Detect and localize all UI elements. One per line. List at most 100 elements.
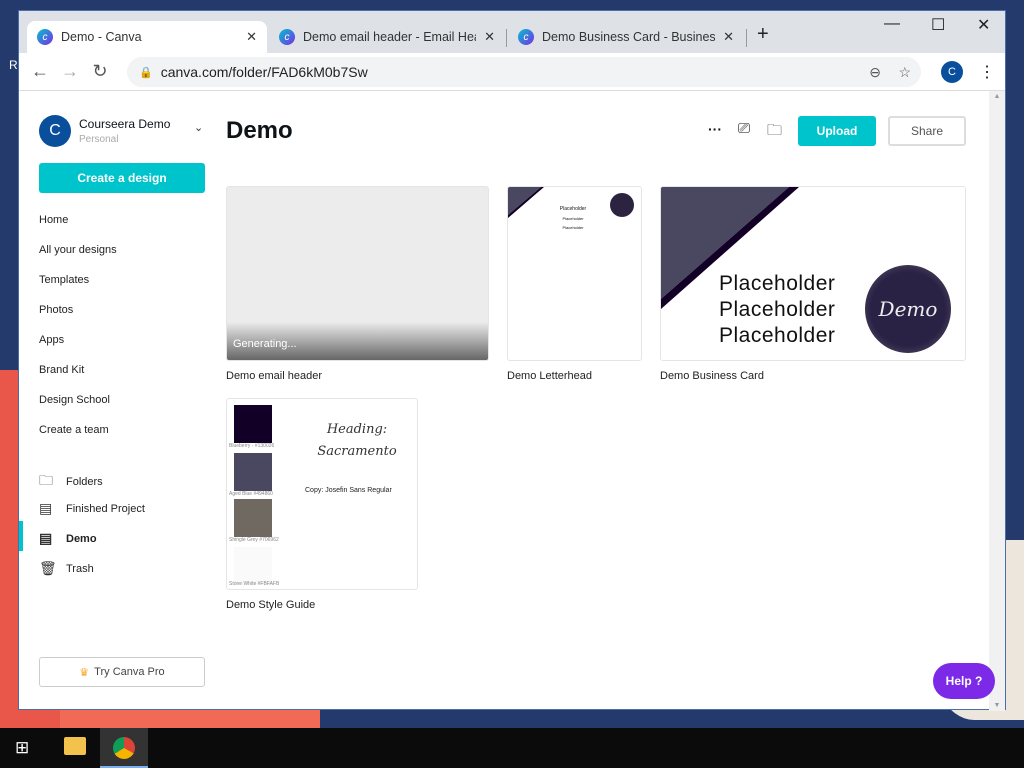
- help-button[interactable]: Help ?: [933, 663, 995, 699]
- bookmark-star-icon[interactable]: ☆: [898, 64, 911, 81]
- design-card-letterhead[interactable]: Placeholder Placeholder Placeholder: [507, 186, 642, 361]
- avatar: C: [39, 115, 71, 147]
- label: Folders: [66, 476, 103, 488]
- share-button[interactable]: Share: [888, 116, 966, 146]
- menu-kebab-icon[interactable]: ⋮: [979, 62, 995, 82]
- design-card-email-header[interactable]: Generating...: [226, 186, 489, 361]
- label: Demo: [66, 532, 97, 545]
- tab-email-header[interactable]: c Demo email header - Email Head ✕: [269, 21, 505, 53]
- zoom-icon[interactable]: ⊖: [869, 64, 881, 81]
- close-tab-icon[interactable]: ✕: [246, 29, 257, 45]
- toolbar: ← → ↻ 🔒 canva.com/folder/FAD6kM0b7Sw ⊖ ☆ …: [19, 53, 1005, 91]
- tab-business-card[interactable]: c Demo Business Card - Business C ✕: [508, 21, 744, 53]
- reload-button[interactable]: ↻: [85, 61, 115, 82]
- account-name: Courseera Demo: [79, 117, 171, 131]
- close-tab-icon[interactable]: ✕: [484, 29, 495, 45]
- maximize-button[interactable]: ☐: [931, 15, 945, 35]
- sidebar: C Courseera Demo Personal ⌄ Create a desi…: [19, 91, 224, 711]
- more-options-icon[interactable]: ···: [708, 121, 722, 137]
- scroll-down-icon[interactable]: ▼: [989, 702, 1005, 709]
- nav-design-school[interactable]: Design School: [39, 394, 110, 406]
- swatch-label: Aged Blue #494860: [229, 491, 273, 497]
- heading-sample: Heading:: [326, 422, 388, 437]
- canva-favicon-icon: c: [37, 29, 53, 45]
- tab-separator: [746, 29, 747, 47]
- nav-all-designs[interactable]: All your designs: [39, 244, 117, 256]
- close-window-button[interactable]: ✕: [977, 15, 990, 35]
- scroll-up-icon[interactable]: ▲: [989, 93, 1005, 100]
- nav-create-team[interactable]: Create a team: [39, 424, 109, 436]
- design-name[interactable]: Demo Business Card: [660, 370, 764, 382]
- label: Try Canva Pro: [94, 666, 165, 678]
- scrollbar[interactable]: ▲ ▼: [989, 91, 1005, 711]
- account-switcher[interactable]: C Courseera Demo Personal: [39, 115, 170, 147]
- nav-trash[interactable]: 🗑 Trash: [39, 560, 94, 577]
- new-folder-icon[interactable]: 🗀: [767, 120, 782, 145]
- forward-button[interactable]: →: [55, 61, 85, 82]
- folder-icon: 🗀: [39, 472, 53, 488]
- design-card-style-guide[interactable]: Blueberry - #130026 Aged Blue #494860 Sh…: [226, 398, 418, 590]
- close-tab-icon[interactable]: ✕: [723, 29, 734, 45]
- nav-photos[interactable]: Photos: [39, 304, 73, 316]
- swatch: [234, 405, 272, 443]
- placeholder-text: Placeholder: [719, 272, 836, 295]
- tab-demo-canva[interactable]: c Demo - Canva ✕: [27, 21, 267, 53]
- nav-folders[interactable]: 🗀 Folders: [39, 470, 103, 494]
- new-tab-button[interactable]: +: [757, 23, 769, 46]
- desktop-label: R: [9, 58, 18, 72]
- swatch: [234, 499, 272, 537]
- swatch-label: Stone White #FBFAFB: [229, 581, 280, 587]
- trash-icon: 🗑: [39, 560, 57, 576]
- tab-title: Demo email header - Email Head: [303, 30, 477, 44]
- present-icon[interactable]: ⎚: [738, 120, 750, 137]
- canva-favicon-icon: c: [279, 29, 295, 45]
- placeholder-text: Placeholder: [559, 206, 587, 212]
- address-bar[interactable]: 🔒 canva.com/folder/FAD6kM0b7Sw ⊖ ☆: [127, 57, 921, 87]
- minimize-button[interactable]: —: [884, 15, 900, 33]
- account-type: Personal: [79, 134, 119, 145]
- nav-templates[interactable]: Templates: [39, 274, 89, 286]
- placeholder-text: Placeholder: [562, 216, 584, 221]
- try-pro-button[interactable]: ♛ Try Canva Pro: [39, 657, 205, 687]
- copy-sample: Copy: Josefin Sans Regular: [305, 487, 392, 494]
- swatch: [234, 547, 272, 585]
- canva-page: C Courseera Demo Personal ⌄ Create a desi…: [19, 91, 1005, 711]
- upload-button[interactable]: Upload: [798, 116, 876, 146]
- placeholder-text: Placeholder: [719, 298, 836, 321]
- windows-start-icon[interactable]: ⊞: [15, 738, 29, 758]
- nav-demo[interactable]: ▤ Demo: [39, 530, 97, 547]
- label: Trash: [66, 562, 94, 575]
- nav-home[interactable]: Home: [39, 214, 68, 226]
- chrome-icon: [113, 737, 135, 759]
- file-explorer-icon[interactable]: [64, 737, 86, 755]
- nav-brand-kit[interactable]: Brand Kit: [39, 364, 84, 376]
- logo-icon: [610, 193, 634, 217]
- demo-logo: Demo: [865, 265, 951, 353]
- lock-icon: 🔒: [139, 66, 153, 79]
- chevron-down-icon[interactable]: ⌄: [194, 121, 203, 134]
- swatch-label: Blueberry - #130026: [229, 443, 275, 449]
- create-design-button[interactable]: Create a design: [39, 163, 205, 193]
- design-name[interactable]: Demo Letterhead: [507, 370, 592, 382]
- browser-window: c Demo - Canva ✕ c Demo email header - Emai…: [18, 10, 1006, 711]
- nav-finished-project[interactable]: ▤ Finished Project: [39, 500, 145, 517]
- design-card-business-card[interactable]: Placeholder Placeholder Placeholder Demo: [660, 186, 966, 361]
- profile-avatar[interactable]: C: [941, 61, 963, 83]
- tab-title: Demo - Canva: [61, 30, 142, 44]
- label: Finished Project: [66, 502, 145, 515]
- active-indicator: [19, 521, 23, 551]
- tab-title: Demo Business Card - Business C: [542, 30, 716, 44]
- generating-status: Generating...: [227, 322, 488, 360]
- url-text: canva.com/folder/FAD6kM0b7Sw: [160, 64, 368, 80]
- tab-strip: c Demo - Canva ✕ c Demo email header - Emai…: [19, 11, 1005, 53]
- design-name[interactable]: Demo email header: [226, 370, 322, 382]
- thumb-icon: ▤: [39, 530, 53, 546]
- crown-icon: ♛: [79, 666, 90, 679]
- nav-apps[interactable]: Apps: [39, 334, 64, 346]
- design-name[interactable]: Demo Style Guide: [226, 599, 315, 611]
- placeholder-text: Placeholder: [719, 324, 836, 347]
- chrome-taskbar-button[interactable]: [100, 728, 148, 768]
- canva-favicon-icon: c: [518, 29, 534, 45]
- taskbar: ⊞: [0, 728, 1024, 768]
- back-button[interactable]: ←: [25, 61, 55, 82]
